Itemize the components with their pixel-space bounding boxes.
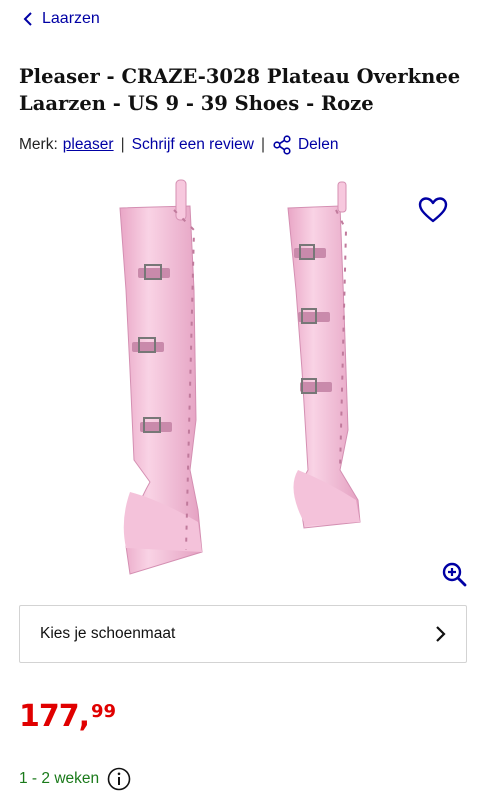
brand-prefix: Merk: bbox=[19, 136, 58, 153]
shoe-size-select[interactable]: Kies je schoenmaat bbox=[19, 605, 467, 663]
price-cents: 99 bbox=[91, 701, 117, 722]
zoom-in-icon[interactable] bbox=[441, 561, 467, 587]
back-link[interactable]: Laarzen bbox=[22, 10, 100, 28]
share-link[interactable]: Delen bbox=[298, 136, 339, 154]
price: 177, 99 bbox=[19, 700, 116, 734]
back-link-label: Laarzen bbox=[42, 10, 100, 27]
chevron-right-icon bbox=[436, 626, 446, 642]
heart-icon[interactable] bbox=[417, 196, 449, 224]
page-title: Pleaser - CRAZE-3028 Plateau Overknee La… bbox=[19, 65, 461, 115]
shoe-size-label: Kies je schoenmaat bbox=[40, 625, 176, 642]
divider: | bbox=[120, 136, 125, 153]
product-meta: Merk: pleaser | Schrijf een review | Del… bbox=[19, 135, 338, 155]
product-image[interactable] bbox=[90, 170, 400, 590]
chevron-left-icon bbox=[23, 12, 32, 26]
info-icon[interactable] bbox=[107, 767, 131, 791]
share-icon[interactable] bbox=[272, 135, 292, 155]
delivery-time: 1 - 2 weken bbox=[19, 770, 100, 787]
divider: | bbox=[260, 136, 265, 153]
write-review-link[interactable]: Schrijf een review bbox=[132, 136, 254, 154]
brand-link[interactable]: pleaser bbox=[63, 136, 114, 154]
delivery-info: 1 - 2 weken bbox=[19, 767, 131, 791]
price-whole: 177, bbox=[19, 699, 90, 734]
